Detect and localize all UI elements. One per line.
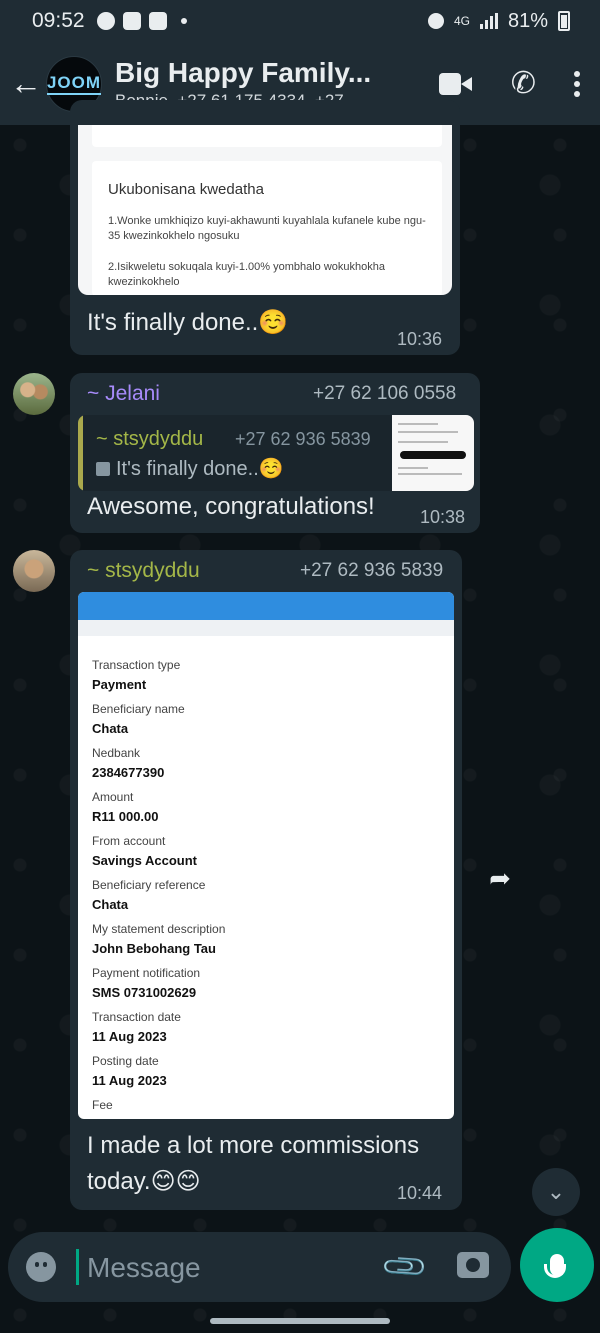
- quoted-text: It's finally done..☺️: [116, 458, 284, 480]
- gallery-icon: [148, 12, 167, 30]
- receipt-field-value: 2384677390: [92, 765, 165, 780]
- document-line: 2.Isikweletu sokuqala kuyi-1.00% yombhal…: [108, 261, 385, 288]
- message-text-line: I made a lot more commissions: [87, 1132, 420, 1159]
- video-call-icon[interactable]: [438, 72, 473, 95]
- document-title: Ukubonisana kwedatha: [108, 181, 264, 198]
- receipt-field-label: Posting date: [92, 1054, 159, 1068]
- receipt-field: My statement description John Bebohang Ta…: [92, 922, 442, 966]
- receipt-field: Beneficiary name Chata: [92, 702, 442, 746]
- receipt-field-value: R11 000.00: [92, 809, 159, 824]
- document-card: Ukubonisana kwedatha 1.Wonke umkhiqizo k…: [92, 161, 442, 295]
- quoted-message[interactable]: ~ stsydyddu +27 62 936 5839 It's finally…: [78, 415, 474, 491]
- message-bubble-2[interactable]: ~ Jelani +27 62 106 0558 ~ stsydyddu +27…: [70, 373, 480, 533]
- receipt-field-label: From account: [92, 834, 166, 848]
- status-right: 4G 81%: [427, 9, 570, 33]
- facebook-icon: [122, 12, 141, 30]
- receipt-field-label: My statement description: [92, 922, 226, 936]
- status-time: 09:52: [32, 9, 85, 32]
- quoted-phone: +27 62 936 5839: [235, 429, 371, 449]
- message-bubble-3[interactable]: ~ stsydyddu +27 62 936 5839 Transaction …: [70, 550, 462, 1210]
- message-composer: 📎: [8, 1232, 511, 1302]
- header-actions: ✆: [438, 66, 580, 101]
- messenger-icon: [96, 12, 115, 30]
- document-line: 1.Wonke umkhiqizo kuyi-akhawunti kuyahla…: [108, 215, 426, 242]
- status-notification-icons: [96, 12, 187, 30]
- image-attachment-1[interactable]: Ukubonisana kwedatha 1.Wonke umkhiqizo k…: [78, 125, 452, 295]
- receipt-field: Payment notification SMS 0731002629: [92, 966, 442, 1010]
- receipt-field-value: 11 Aug 2023: [92, 1029, 167, 1044]
- receipt-field: Transaction type Payment: [92, 658, 442, 702]
- image-icon: [96, 461, 110, 476]
- more-notifications-icon: [180, 18, 187, 24]
- receipt-field-value: Chata: [92, 897, 129, 912]
- mic-button[interactable]: [520, 1228, 594, 1302]
- receipt-field-value: John Bebohang Tau: [92, 941, 216, 956]
- sender-phone: +27 62 936 5839: [300, 560, 444, 581]
- voice-call-icon[interactable]: ✆: [511, 66, 536, 101]
- scroll-down-icon[interactable]: ⌄: [532, 1168, 580, 1216]
- receipt-field-label: Payment notification: [92, 966, 201, 980]
- group-avatar-logo: JOOM: [46, 73, 102, 95]
- network-type: 4G: [453, 13, 470, 28]
- quoted-thumbnail: [392, 415, 474, 491]
- home-indicator[interactable]: [210, 1318, 390, 1324]
- image-attachment-receipt[interactable]: Transaction type Payment Beneficiary name C…: [78, 592, 454, 1119]
- message-time: 10:36: [397, 329, 443, 349]
- receipt-field-label: Transaction type: [92, 658, 181, 672]
- signal-icon: [479, 13, 498, 29]
- receipt-field-label: Amount: [92, 790, 134, 804]
- receipt-field-label: Nedbank: [92, 746, 141, 760]
- receipt-field: Transaction date 11 Aug 2023: [92, 1010, 442, 1054]
- message-text-line: today.😊😊: [87, 1168, 201, 1195]
- more-options-icon[interactable]: [574, 70, 580, 97]
- sender-avatar[interactable]: [13, 550, 55, 592]
- receipt-details: Transaction type Payment Beneficiary name C…: [92, 658, 442, 1119]
- receipt-field-value: 11 Aug 2023: [92, 1073, 167, 1088]
- receipt-field: Nedbank 2384677390: [92, 746, 442, 790]
- emoji-icon[interactable]: [26, 1252, 56, 1282]
- receipt-field: Posting date 11 Aug 2023: [92, 1054, 442, 1098]
- receipt-field-value: Chata: [92, 721, 129, 736]
- quoted-sender: ~ stsydyddu: [96, 428, 204, 450]
- message-time: 10:38: [420, 507, 466, 527]
- receipt-field-value: Payment: [92, 677, 147, 692]
- camera-icon[interactable]: [457, 1252, 489, 1278]
- mic-icon: [544, 1254, 566, 1278]
- receipt-field: Fee R7.50: [92, 1098, 442, 1119]
- sender-name[interactable]: ~ Jelani: [87, 382, 160, 406]
- attach-icon[interactable]: 📎: [380, 1242, 430, 1292]
- receipt-field-value: SMS 0731002629: [92, 985, 197, 1000]
- sender-phone: +27 62 106 0558: [313, 383, 457, 404]
- status-bar: 09:52 4G 81%: [0, 0, 600, 42]
- receipt-field-label: Beneficiary reference: [92, 878, 206, 892]
- receipt-field: Amount R11 000.00: [92, 790, 442, 834]
- alarm-icon: [427, 13, 444, 29]
- message-text: It's finally done..☺️: [87, 309, 289, 336]
- receipt-field-value: R7.50: [92, 1117, 442, 1119]
- receipt-field-label: Fee: [92, 1098, 113, 1112]
- group-title: Big Happy Family...: [115, 56, 372, 88]
- message-text: Awesome, congratulations!: [87, 493, 375, 520]
- receipt-field-label: Transaction date: [92, 1010, 181, 1024]
- quoted-text-row: It's finally done..☺️: [96, 456, 284, 481]
- receipt-field: From account Savings Account: [92, 834, 442, 878]
- sender-avatar[interactable]: [13, 373, 55, 415]
- forward-icon[interactable]: ➦: [484, 862, 516, 894]
- back-arrow-icon[interactable]: ←: [10, 65, 42, 101]
- message-bubble-1[interactable]: Ukubonisana kwedatha 1.Wonke umkhiqizo k…: [70, 100, 460, 355]
- battery-icon: [558, 11, 570, 31]
- receipt-field-value: Savings Account: [92, 853, 197, 868]
- message-time: 10:44: [397, 1183, 443, 1203]
- receipt-field: Beneficiary reference Chata: [92, 878, 442, 922]
- sender-name[interactable]: ~ stsydyddu: [87, 559, 200, 583]
- battery-percent: 81%: [507, 9, 548, 32]
- text-caret: [76, 1249, 79, 1285]
- message-input[interactable]: [85, 1243, 379, 1293]
- receipt-field-label: Beneficiary name: [92, 702, 185, 716]
- message-text: I made a lot more commissions today.😊😊: [87, 1128, 419, 1200]
